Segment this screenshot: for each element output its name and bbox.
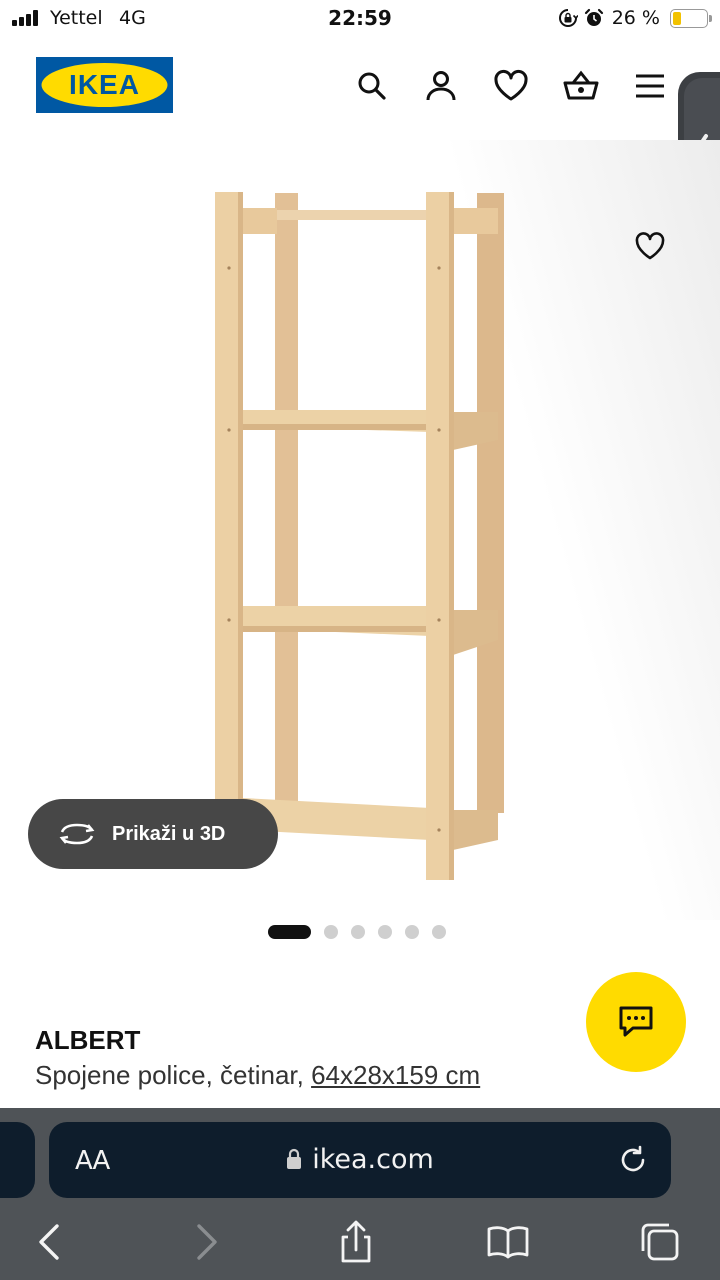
tabs-icon[interactable] [638,1220,682,1264]
carousel-dot[interactable] [432,925,446,939]
show-3d-label: Prikaži u 3D [112,822,226,845]
basket-icon[interactable] [561,66,601,106]
account-icon[interactable] [421,66,461,106]
url-field[interactable]: ikea.com [49,1144,671,1175]
chat-icon [619,1006,653,1037]
back-icon[interactable] [28,1220,72,1264]
carousel-dot[interactable] [405,925,419,939]
carousel-dot-active[interactable] [268,925,311,939]
carousel-dot[interactable] [378,925,392,939]
status-bar: Yettel 4G 22:59 26 % [0,0,720,40]
forward-icon[interactable] [184,1220,228,1264]
share-icon[interactable] [334,1220,378,1264]
product-description: Spojene police, četinar, 64x28x159 cm [35,1060,480,1091]
battery-percent: 26 % [611,7,660,29]
product-name: ALBERT [35,1025,141,1055]
battery-icon [670,8,712,28]
rotation-lock-icon [558,9,578,27]
carousel-indicator [268,924,446,940]
ikea-logo[interactable]: IKEA [36,57,173,113]
favorite-product-icon[interactable] [632,228,668,264]
reload-icon[interactable] [617,1144,649,1176]
search-icon[interactable] [352,66,392,106]
show-3d-button[interactable]: Prikaži u 3D [28,799,278,869]
chat-button[interactable] [586,972,686,1072]
status-right-group: 26 % [558,6,712,30]
product-type: Spojene police, četinar, [35,1060,312,1090]
product-dimensions-link[interactable]: 64x28x159 cm [311,1060,480,1090]
menu-icon[interactable] [630,66,670,106]
url-text: ikea.com [312,1144,434,1175]
wishlist-icon[interactable] [491,66,531,106]
bookmarks-icon[interactable] [486,1220,530,1264]
rotate-3d-icon [59,823,95,845]
lock-icon [287,1148,302,1169]
logo-text: IKEA [69,69,140,100]
alarm-icon [584,8,603,26]
ikea-logo-graphic: IKEA [41,63,168,107]
address-bar[interactable]: AA ikea.com [49,1122,671,1198]
previous-tab-preview[interactable] [0,1122,35,1198]
carousel-dot[interactable] [351,925,365,939]
carousel-dot[interactable] [324,925,338,939]
